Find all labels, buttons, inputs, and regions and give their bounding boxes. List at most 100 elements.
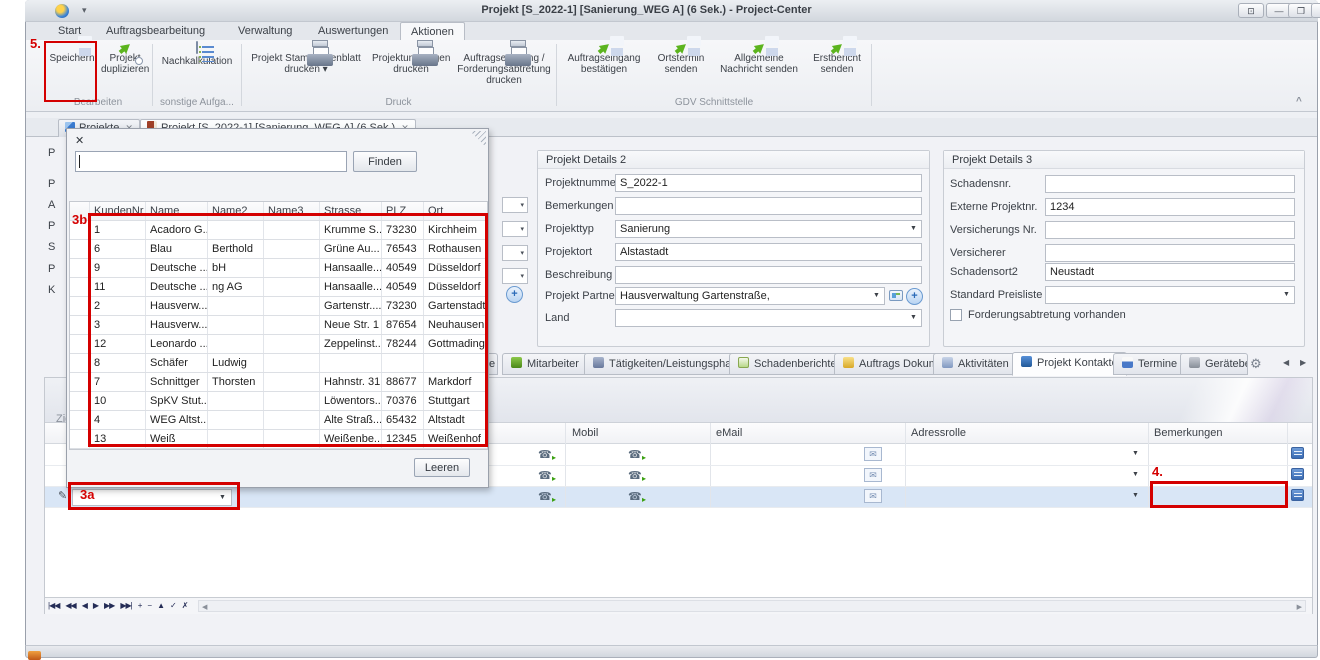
details1-combo-arrow[interactable]: ▾ — [502, 221, 528, 237]
tab-scroll-left-icon[interactable]: ◀ — [1283, 358, 1289, 367]
column-header-adressrolle[interactable]: Adressrolle — [911, 427, 966, 439]
land-combo[interactable]: ▼ — [615, 309, 922, 327]
externe-projektnr-field[interactable] — [1045, 198, 1295, 216]
projekt-duplizieren-button[interactable]: Projekt duplizieren — [99, 42, 151, 75]
navigator-button[interactable]: ▶ — [93, 601, 98, 610]
ribbon-tab-row — [26, 22, 1317, 40]
horizontal-scrollbar[interactable]: ◀ ▶ — [198, 600, 1306, 612]
application-window: ▾ Projekt [S_2022-1] [Sanierung_WEG A] (… — [0, 0, 1320, 660]
taskbar-app-icon[interactable] — [28, 651, 41, 660]
projektunterlagen-drucken-button[interactable]: Projektunterlagen drucken — [370, 42, 452, 75]
navigator-button[interactable]: ◀◀ — [65, 601, 75, 610]
ribbon-tab-aktionen[interactable]: Aktionen — [400, 22, 465, 40]
navigator-button[interactable]: ◀ — [82, 601, 87, 610]
navigator-button[interactable]: − — [147, 601, 151, 610]
auftragseingang-bestaetigen-button[interactable]: Auftragseingang bestätigen — [560, 42, 648, 75]
chevron-down-icon[interactable]: ▼ — [1279, 287, 1294, 303]
phone-call-icon[interactable]: ☎ — [628, 448, 642, 461]
add-partner-button[interactable]: + — [506, 286, 523, 303]
ribbon-tab-auftragsbearbeitung[interactable]: Auftragsbearbeitung — [96, 22, 215, 40]
projekt-partner-label: Projekt Partner — [545, 290, 618, 302]
lookup-search-input[interactable] — [75, 151, 347, 172]
projektort-field[interactable] — [615, 243, 922, 261]
auftragserteilung-drucken-button[interactable]: Auftragserteilung / Forderungsabtretung … — [454, 42, 554, 86]
adressrolle-dropdown-icon[interactable]: ▼ — [1132, 492, 1139, 499]
bemerkungen-label: Bemerkungen — [545, 200, 614, 212]
ribbon-tab-auswertungen[interactable]: Auswertungen — [308, 22, 398, 40]
phone-call-icon[interactable]: ☎ — [538, 490, 552, 503]
phone-call-icon[interactable]: ☎ — [538, 469, 552, 482]
adressrolle-dropdown-icon[interactable]: ▼ — [1132, 450, 1139, 457]
details1-combo-arrow[interactable]: ▾ — [502, 268, 528, 284]
navigator-button[interactable]: ▶▶ — [104, 601, 114, 610]
tab-projekt-kontakte[interactable]: Projekt Kontakte — [1012, 352, 1127, 376]
bemerkungen-field[interactable] — [615, 197, 922, 215]
phone-call-icon[interactable]: ☎ — [538, 448, 552, 461]
adressrolle-dropdown-icon[interactable]: ▼ — [1132, 471, 1139, 478]
tab-mitarbeiter[interactable]: Mitarbeiter — [502, 353, 588, 375]
contact-card-icon[interactable] — [889, 290, 903, 301]
ortstermin-senden-button[interactable]: Ortstermin senden — [650, 42, 712, 75]
calendar-icon — [1122, 357, 1133, 368]
email-icon[interactable]: ✉ — [864, 447, 882, 461]
details1-combo-arrow[interactable]: ▾ — [502, 197, 528, 213]
phone-call-icon[interactable]: ☎ — [628, 490, 642, 503]
standard-preisliste-label: Standard Preisliste — [950, 289, 1042, 301]
allgemeine-nachricht-senden-button[interactable]: Allgemeine Nachricht senden — [714, 42, 804, 75]
popup-resize-grip[interactable] — [470, 131, 486, 147]
navigator-button[interactable]: |◀◀ — [48, 601, 59, 610]
group-caption-sonstige: sonstige Aufga... — [154, 97, 240, 109]
tab-termine[interactable]: Termine — [1113, 353, 1186, 375]
chevron-down-icon[interactable]: ▼ — [906, 221, 921, 237]
tab-geraetebeweg[interactable]: Gerätebeweg — [1180, 353, 1248, 375]
window-style-button[interactable]: ⊡ — [1238, 3, 1264, 18]
gear-icon[interactable]: ⚙ — [1250, 356, 1262, 372]
ribbon-tab-verwaltung[interactable]: Verwaltung — [228, 22, 302, 40]
nachkalkulation-button[interactable]: Nachkalkulation — [156, 42, 238, 67]
add-partner-button[interactable]: + — [906, 288, 923, 305]
column-header-bemerkungen[interactable]: Bemerkungen — [1154, 427, 1223, 439]
versicherer-field[interactable] — [1045, 244, 1295, 262]
chevron-down-icon[interactable]: ▼ — [906, 310, 921, 326]
navigator-button[interactable]: ✓ — [170, 601, 176, 610]
collapse-ribbon-icon[interactable]: ^ — [1296, 96, 1302, 107]
notes-icon[interactable] — [1291, 468, 1304, 480]
panel-caption: Projekt Details 3 — [944, 151, 1304, 169]
details1-label-fragment: S — [48, 241, 68, 253]
schadensnr-field[interactable] — [1045, 175, 1295, 193]
stammdatenblatt-drucken-button[interactable]: Projekt Stammdatenblatt drucken ▾ — [244, 42, 368, 75]
column-header-mobil[interactable]: Mobil — [572, 427, 598, 439]
navigator-button[interactable]: + — [138, 601, 142, 610]
projekttyp-label: Projekttyp — [545, 223, 594, 235]
forderungsabtretung-checkbox[interactable] — [950, 309, 962, 321]
notes-icon[interactable] — [1291, 447, 1304, 459]
navigator-button[interactable]: ✗ — [182, 601, 188, 610]
email-icon[interactable]: ✉ — [864, 489, 882, 503]
status-bar — [25, 645, 1318, 658]
standard-preisliste-combo[interactable]: ▼ — [1045, 286, 1295, 304]
team-icon — [511, 357, 522, 368]
versicherungsnr-field[interactable] — [1045, 221, 1295, 239]
tab-scroll-right-icon[interactable]: ▶ — [1300, 358, 1306, 367]
schadensort2-field[interactable] — [1045, 263, 1295, 281]
leeren-button[interactable]: Leeren — [414, 458, 470, 477]
details1-combo-arrow[interactable]: ▾ — [502, 245, 528, 261]
beschreibung-field[interactable] — [615, 266, 922, 284]
column-header-email[interactable]: eMail — [716, 427, 742, 439]
close-button[interactable]: ✕ — [1311, 3, 1320, 18]
projektnummer-field[interactable] — [615, 174, 922, 192]
phone-call-icon[interactable]: ☎ — [628, 469, 642, 482]
tab-aktivitaeten[interactable]: Aktivitäten — [933, 353, 1018, 375]
notes-icon[interactable] — [1291, 489, 1304, 501]
popup-close-icon[interactable]: ✕ — [75, 134, 84, 147]
finden-button[interactable]: Finden — [353, 151, 417, 172]
navigator-button[interactable]: ▲ — [157, 601, 164, 610]
erstbericht-senden-button[interactable]: Erstbericht senden — [806, 42, 868, 75]
email-icon[interactable]: ✉ — [864, 468, 882, 482]
projekt-partner-combo[interactable]: ▼ — [615, 287, 885, 305]
projekttyp-combo[interactable]: ▼ — [615, 220, 922, 238]
details1-caption-fragment: P — [48, 147, 68, 159]
chevron-down-icon[interactable]: ▼ — [869, 288, 884, 304]
navigator-button[interactable]: ▶▶| — [120, 601, 131, 610]
tab-schadenberichte[interactable]: Schadenberichte — [729, 353, 846, 375]
